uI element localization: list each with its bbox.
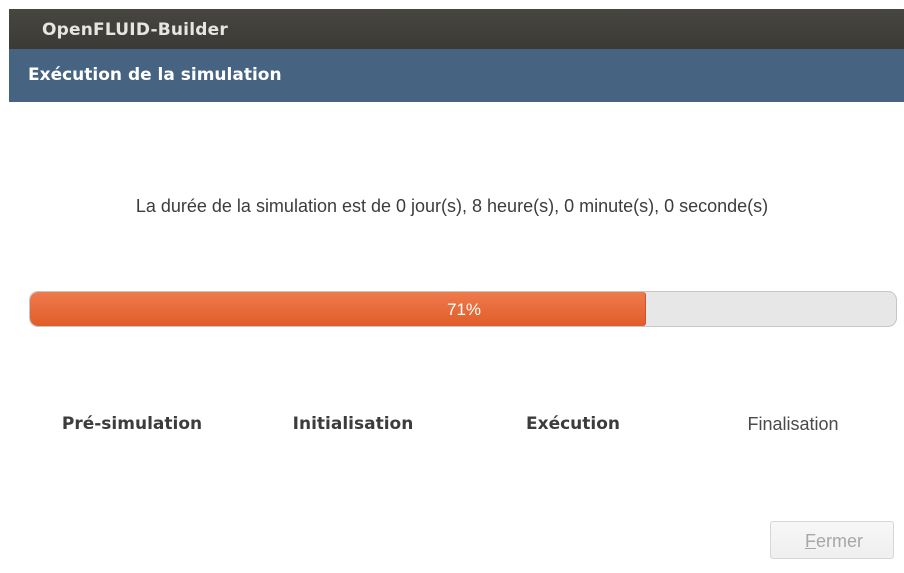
window-title: OpenFLUID-Builder [42,20,228,40]
stage-execution: Exécution [525,414,621,434]
simulation-duration-text: La durée de la simulation est de 0 jour(… [135,196,769,216]
close-button[interactable]: Fermer [770,521,894,559]
stage-finalisation: Finalisation [747,414,839,434]
window-titlebar[interactable]: OpenFLUID-Builder [9,9,904,49]
dialog-title: Exécution de la simulation [28,65,282,85]
dialog-header: Exécution de la simulation [9,49,904,102]
close-button-label: ermer [815,531,863,551]
stage-initialisation: Initialisation [292,414,414,434]
simulation-progress-bar: 71% [29,291,897,327]
stage-pre-simulation: Pré-simulation [61,414,203,434]
close-button-mnemonic: F [804,531,816,551]
dialog-content [9,102,904,573]
progress-percent-label: 71% [446,300,482,319]
